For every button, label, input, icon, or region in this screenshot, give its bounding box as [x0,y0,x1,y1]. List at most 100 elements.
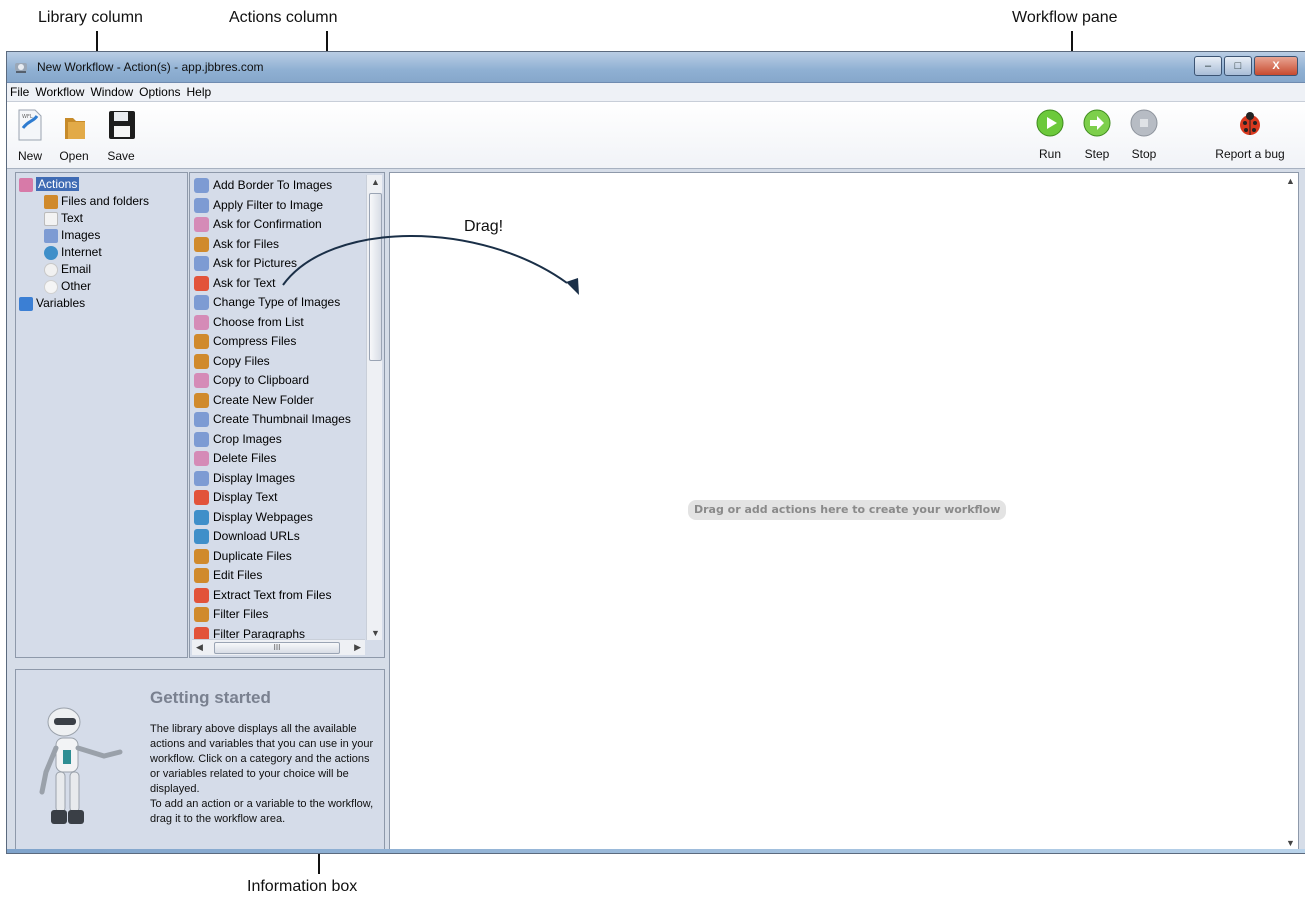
run-button[interactable]: Run [1034,108,1066,161]
action-label: Edit Files [213,568,263,582]
save-button[interactable]: Save [103,108,139,163]
action-icon [194,236,209,252]
save-label: Save [107,149,135,163]
robot-illustration [39,707,123,824]
horizontal-scroll-thumb[interactable]: III [214,642,340,654]
action-item[interactable]: Ask for Confirmation [194,215,322,235]
action-label: Download URLs [213,529,300,543]
scroll-thumb[interactable] [369,193,382,361]
action-label: Copy Files [213,353,270,368]
action-icon [194,275,209,291]
action-item[interactable]: Ask for Pictures [194,254,297,274]
action-label: Ask for Files [213,236,280,251]
action-item[interactable]: Display Images [194,469,295,489]
action-icon [194,197,209,213]
other-label: Other [61,279,92,293]
action-icon [194,490,209,506]
action-label: Crop Images [213,431,282,446]
action-item[interactable]: Create New Folder [194,391,314,411]
action-item[interactable]: Download URLs [194,527,300,547]
action-icon [194,470,209,486]
scroll-left-arrow-icon[interactable]: ◀ [196,642,203,653]
action-item[interactable]: Add Border To Images [194,176,332,196]
menu-window[interactable]: Window [87,83,136,99]
step-label: Step [1084,147,1110,161]
callout-information-box: Information box [247,878,358,895]
library-column: Actions Files and folders Text Images In… [15,172,188,658]
action-item[interactable]: Extract Text from Files [194,586,331,606]
menu-workflow[interactable]: Workflow [32,83,87,99]
action-item[interactable]: Copy Files [194,352,270,372]
action-item[interactable]: Copy to Clipboard [194,371,309,391]
tree-item-files-and-folders[interactable]: Files and folders [44,193,149,210]
new-label: New [17,149,42,163]
tree-item-variables[interactable]: Variables [19,295,85,312]
tree-item-images[interactable]: Images [44,227,100,244]
tree-item-internet[interactable]: Internet [44,244,102,261]
scroll-down-arrow-icon[interactable]: ▼ [371,628,380,638]
action-item[interactable]: Edit Files [194,566,262,586]
action-item[interactable]: Compress Files [194,332,296,352]
workflow-scroll-up-icon[interactable]: ▲ [1286,176,1295,186]
menu-options[interactable]: Options [136,83,183,99]
callout-workflow-pane: Workflow pane [1012,9,1118,26]
action-item[interactable]: Display Webpages [194,508,313,528]
action-label: Extract Text from Files [213,587,332,602]
open-label: Open [59,149,89,163]
scroll-up-arrow-icon[interactable]: ▲ [371,177,380,187]
actions-column: Add Border To Images Apply Filter to Imag… [189,172,385,658]
folder-icon [44,194,58,209]
action-item[interactable]: Crop Images [194,430,282,450]
workflow-scrollbar[interactable]: ▲ ▼ [1282,173,1298,851]
minimize-button[interactable]: – [1194,56,1222,76]
action-item[interactable]: Choose from List [194,313,304,333]
maximize-button[interactable]: □ [1224,56,1252,76]
action-item[interactable]: Delete Files [194,449,276,469]
action-item[interactable]: Duplicate Files [194,547,292,567]
workflow-pane[interactable]: Drag or add actions here to create your … [389,172,1299,852]
variables-icon [19,296,33,311]
report-bug-label: Report a bug [1215,147,1285,161]
open-button[interactable]: Open [56,108,92,163]
scroll-right-arrow-icon[interactable]: ▶ [354,642,361,653]
drag-callout: Drag! [464,218,504,235]
tree-item-actions[interactable]: Actions [19,176,80,193]
action-item[interactable]: Ask for Files [194,235,279,255]
action-label: Add Border To Images [213,178,333,192]
action-label: Choose from List [213,314,304,329]
report-bug-button[interactable]: Report a bug [1214,108,1286,161]
callout-actions-column: Actions column [229,9,338,26]
actions-horizontal-scrollbar[interactable]: ◀ III ▶ [192,639,365,655]
action-item[interactable]: Create Thumbnail Images [194,410,351,430]
actions-vertical-scrollbar[interactable]: ▲ ▼ [366,175,382,640]
action-label: Ask for Text [213,275,276,290]
stop-label: Stop [1131,147,1157,161]
stop-button[interactable]: Stop [1127,108,1161,161]
action-label: Duplicate Files [213,548,292,563]
close-button[interactable]: X [1254,56,1298,76]
files-and-folders-label: Files and folders [61,194,150,208]
action-label: Display Text [213,490,278,504]
action-icon [194,392,209,408]
action-item[interactable]: Filter Files [194,605,268,625]
tree-item-email[interactable]: Email [44,261,91,278]
tree-item-text[interactable]: Text [44,210,83,227]
window-bottom-border [7,849,1305,853]
action-item[interactable]: Ask for Text [194,274,275,294]
action-label: Delete Files [213,451,277,465]
workflow-scroll-down-icon[interactable]: ▼ [1286,838,1295,848]
tree-item-other[interactable]: Other [44,278,91,295]
action-icon [194,314,209,330]
step-button[interactable]: Step [1080,108,1114,161]
new-button[interactable]: WFL New [13,108,47,163]
action-icon [194,373,209,389]
menu-help[interactable]: Help [184,83,215,99]
action-label: Ask for Confirmation [213,217,322,231]
action-item[interactable]: Change Type of Images [194,293,340,313]
action-label: Change Type of Images [213,295,341,309]
images-label: Images [61,228,101,242]
menu-file[interactable]: File [7,83,32,99]
action-item[interactable]: Apply Filter to Image [194,196,323,216]
globe-icon [44,245,58,260]
action-item[interactable]: Display Text [194,488,277,508]
